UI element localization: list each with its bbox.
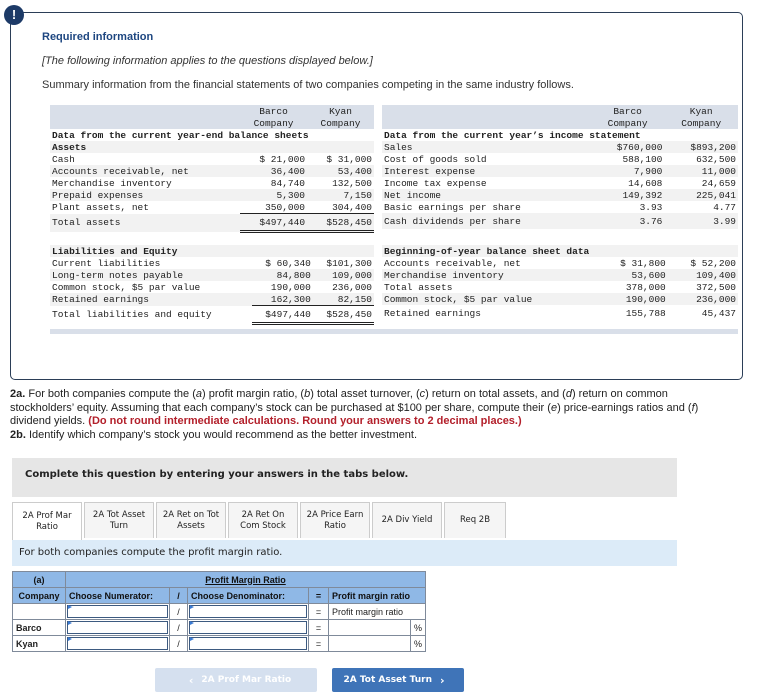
rounding-instruction: (Do not round intermediate calculations.… [88,415,522,427]
divide-sign: / [169,587,188,604]
result-input[interactable] [328,619,411,636]
equals-sign: = [308,619,329,636]
info-note: [The following information applies to th… [42,55,373,67]
table-row: Basic earnings per share 3.93 4.77 [384,201,736,213]
table-row: Accounts receivable, net 36,400 53,400 [50,165,374,177]
tab-div-yield[interactable]: 2A Div Yield [372,502,442,538]
numerator-input[interactable] [65,635,170,652]
table-row: Kyan / = % [12,635,427,652]
table-row: / = Profit margin ratio [12,603,427,620]
table-row: Plant assets, net 350,000 304,400 [52,201,374,214]
col-barco: Barco [590,105,665,117]
balance-sheet-assets-table: Barco Kyan Company Company Data from the c… [50,105,374,233]
table-row: Retained earnings 162,300 82,150 [50,293,374,306]
result-input[interactable] [328,635,411,652]
dropdown-flag-icon [190,605,194,609]
tab-prof-mar-ratio[interactable]: 2A Prof Mar Ratio [12,502,82,540]
col-kyan-sub: Company [307,117,374,129]
col-barco: Barco [240,105,308,117]
table-row: Net income 149,392 225,041 [382,189,738,201]
table-row: Total assets 378,000 372,500 [384,281,736,293]
table-row: Cash $ 21,000 $ 31,000 [52,153,372,165]
table-row: Interest expense 7,900 11,000 [382,165,738,177]
alert-icon: ! [4,5,24,25]
table-row: Merchandise inventory 84,740 132,500 [52,177,372,189]
equals-sign: = [308,635,329,652]
numerator-select[interactable] [65,603,170,620]
table-row: Barco / = % [12,619,427,636]
tab-bar: 2A Prof Mar Ratio 2A Tot Asset Turn 2A Ret… [12,502,508,540]
table-row: Income tax expense 14,608 24,659 [384,177,736,189]
col-kyan: Kyan [664,105,738,117]
divide-sign: / [169,603,188,620]
denominator-input[interactable] [187,619,309,636]
table-row: Retained earnings 155,788 45,437 [384,307,736,319]
table-row: Common stock, $5 par value 190,000 236,000 [382,293,738,305]
table-row: Merchandise inventory 53,600 109,400 [382,269,738,281]
chevron-left-icon: ‹ [188,673,194,687]
tab-tot-asset-turn[interactable]: 2A Tot Asset Turn [84,502,154,538]
company-name: Kyan [12,635,66,652]
chevron-right-icon: › [440,673,445,687]
income-statement-table: Barco Kyan Company Company Data from the c… [382,105,738,229]
tab-instruction: For both companies compute the profit ma… [12,540,677,566]
result-label: Profit margin ratio [327,603,427,620]
numerator-input[interactable] [65,619,170,636]
section-title: Data from the current year-end balance s… [52,129,309,141]
percent-unit: % [409,635,427,652]
dropdown-flag-icon [190,637,194,641]
table-row: Current liabilities $ 60,340 $101,300 [52,257,372,269]
col-barco-sub: Company [590,117,665,129]
col-numerator: Choose Numerator: [65,587,170,604]
divide-sign: / [169,635,188,652]
col-kyan-sub: Company [664,117,738,129]
equals-sign: = [308,603,329,620]
section-title: Beginning-of-year balance sheet data [382,245,738,257]
company-name: Barco [12,619,66,636]
section-title: Data from the current year’s income stat… [384,129,641,141]
table-row: Total liabilities and equity $497,440 $528… [50,305,374,325]
tab-ret-on-com-stock[interactable]: 2A Ret On Com Stock [228,502,298,538]
tab-req-2b[interactable]: Req 2B [444,502,506,538]
profit-margin-table: (a) Profit Margin Ratio Company Choose N… [12,571,427,652]
col-company: Company [12,587,66,604]
divide-sign: / [169,619,188,636]
dropdown-flag-icon [68,605,72,609]
percent-unit: % [409,619,427,636]
dropdown-flag-icon [68,621,72,625]
table-row: Long-term notes payable 84,800 109,000 [50,269,374,281]
denominator-input[interactable] [187,635,309,652]
liabilities-equity-table: Liabilities and Equity Current liabiliti… [50,245,374,325]
section-heading: Assets [50,141,374,153]
table-footer-strip [50,329,738,334]
required-info-title: Required information [42,31,154,43]
info-summary: Summary information from the financial s… [42,79,574,91]
tab-ret-on-tot-assets[interactable]: 2A Ret on Tot Assets [156,502,226,538]
next-tab-button[interactable]: 2A Tot Asset Turn › [332,668,464,692]
table-row: Cash dividends per share 3.76 3.99 [382,213,738,229]
col-kyan: Kyan [307,105,374,117]
part-label: (a) [12,571,66,588]
prev-tab-button[interactable]: ‹ 2A Prof Mar Ratio [155,668,317,692]
question-text: 2a. For both companies compute the (a) p… [10,388,699,441]
table-row: Sales $760,000 $893,200 [382,141,738,153]
table-title: Profit Margin Ratio [64,571,427,588]
dropdown-flag-icon [68,637,72,641]
equals-sign: = [308,587,329,604]
col-result: Profit margin ratio [327,587,427,604]
table-row: Total assets $497,440 $528,450 [50,213,374,233]
table-row: Prepaid expenses 5,300 7,150 [50,189,374,201]
col-barco-sub: Company [240,117,308,129]
col-denominator: Choose Denominator: [187,587,309,604]
table-row: Common stock, $5 par value 190,000 236,000 [52,281,372,293]
table-row: Accounts receivable, net $ 31,800 $ 52,200 [384,257,736,269]
dropdown-flag-icon [190,621,194,625]
tab-price-earn-ratio[interactable]: 2A Price Earn Ratio [300,502,370,538]
complete-question-banner: Complete this question by entering your … [12,458,677,497]
section-heading: Liabilities and Equity [50,245,374,257]
table-row: Cost of goods sold 588,100 632,500 [384,153,736,165]
denominator-select[interactable] [187,603,309,620]
beginning-balance-table: Beginning-of-year balance sheet data Acc… [382,245,738,321]
